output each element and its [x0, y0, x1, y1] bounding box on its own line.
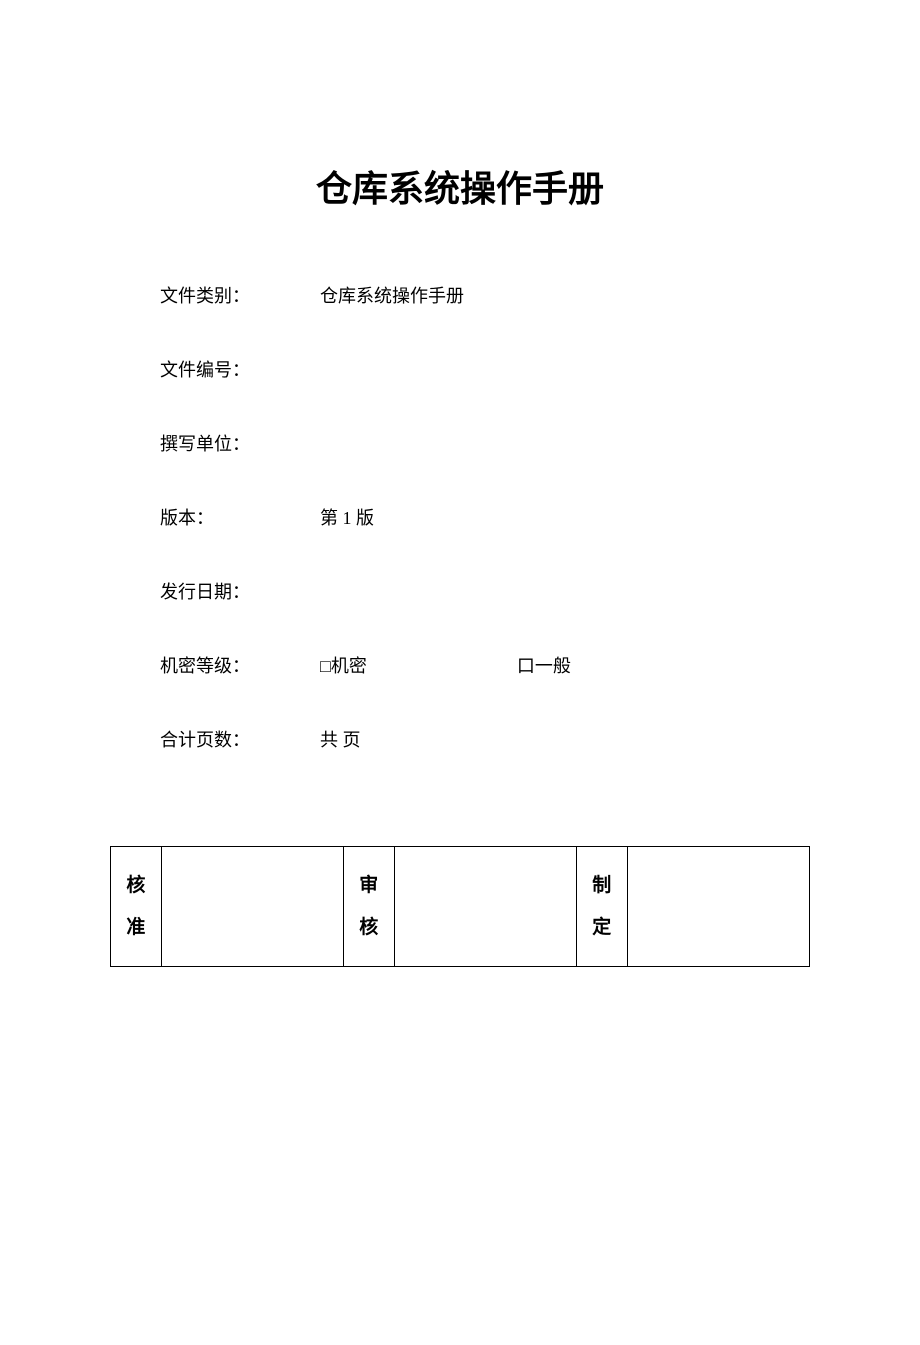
info-section: 文件类别： 仓库系统操作手册 文件编号： 撰写单位： 版本： 第 1 版 发行日…	[110, 282, 810, 752]
field-security: 机密等级： □机密 口一般	[160, 652, 810, 678]
field-version: 版本： 第 1 版	[160, 504, 810, 530]
security-option-confidential: □机密	[320, 652, 367, 678]
approve-char2: 准	[119, 907, 153, 949]
field-publish-date: 发行日期：	[160, 578, 810, 604]
pages-label: 合计页数：	[160, 726, 320, 752]
version-label: 版本：	[160, 504, 320, 530]
approve-char1: 核	[119, 865, 153, 907]
review-char2: 核	[352, 907, 386, 949]
version-value: 第 1 版	[320, 504, 374, 530]
approval-header-review: 审 核	[343, 847, 394, 967]
unit-label: 撰写单位：	[160, 430, 320, 456]
publish-date-label: 发行日期：	[160, 578, 320, 604]
category-value: 仓库系统操作手册	[320, 282, 464, 308]
approval-header-approve: 核 准	[111, 847, 162, 967]
field-unit: 撰写单位：	[160, 430, 810, 456]
approval-value-approve	[161, 847, 343, 967]
review-char1: 审	[352, 865, 386, 907]
security-option-general: 口一般	[517, 652, 571, 678]
approval-header-prepare: 制 定	[576, 847, 627, 967]
prepare-char2: 定	[585, 907, 619, 949]
field-number: 文件编号：	[160, 356, 810, 382]
security-label: 机密等级：	[160, 652, 320, 678]
number-label: 文件编号：	[160, 356, 320, 382]
document-page: 仓库系统操作手册 文件类别： 仓库系统操作手册 文件编号： 撰写单位： 版本： …	[0, 0, 920, 967]
prepare-char1: 制	[585, 865, 619, 907]
approval-table: 核 准 审 核 制 定	[110, 846, 810, 967]
field-pages: 合计页数： 共 页	[160, 726, 810, 752]
security-options: □机密 口一般	[320, 652, 721, 678]
approval-value-review	[394, 847, 576, 967]
category-label: 文件类别：	[160, 282, 320, 308]
pages-value: 共 页	[320, 726, 361, 752]
approval-row: 核 准 审 核 制 定	[111, 847, 810, 967]
approval-value-prepare	[627, 847, 809, 967]
field-category: 文件类别： 仓库系统操作手册	[160, 282, 810, 308]
document-title: 仓库系统操作手册	[110, 160, 810, 212]
